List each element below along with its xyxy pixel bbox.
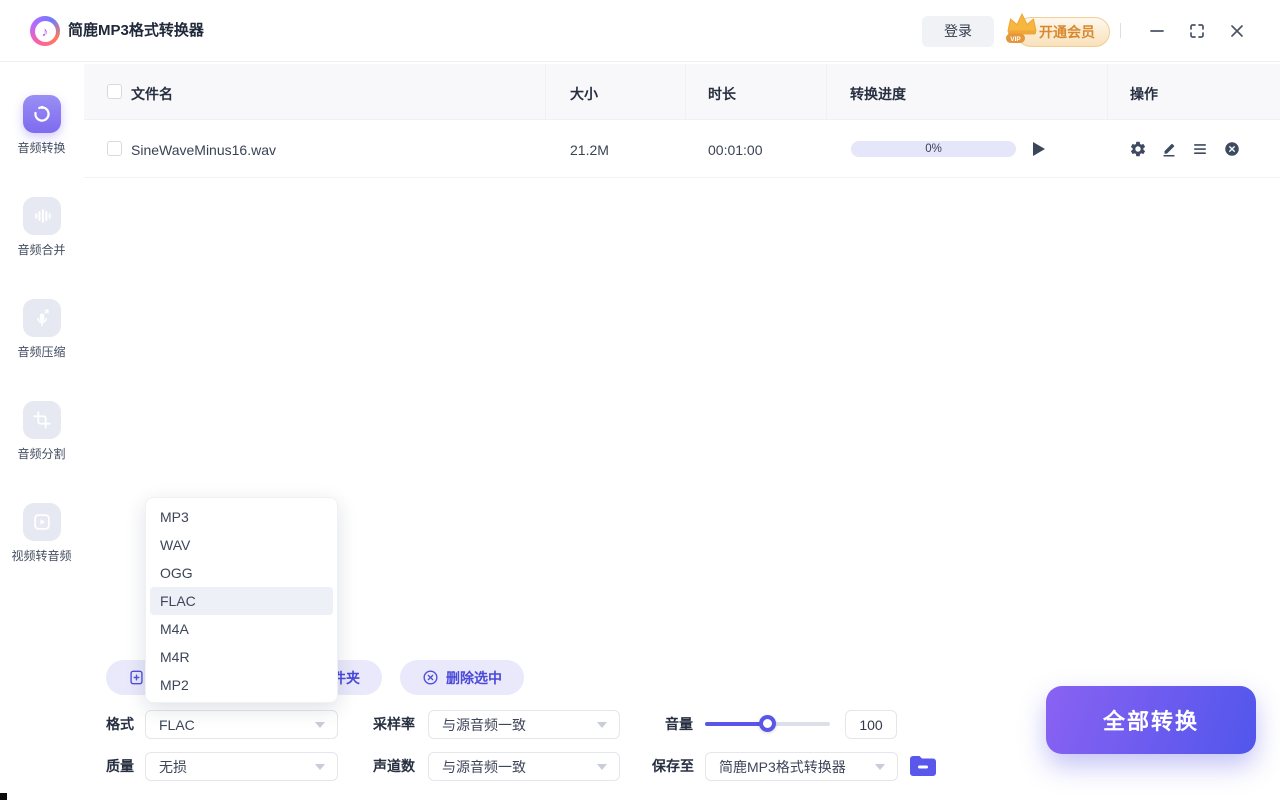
sidebar-item-audio-convert[interactable]: 音频转换 bbox=[0, 95, 83, 156]
dropdown-option-mp2[interactable]: MP2 bbox=[150, 671, 333, 699]
quality-select[interactable]: 无损 bbox=[145, 752, 338, 781]
settings-gear-icon[interactable] bbox=[1129, 140, 1147, 158]
column-header-duration: 时长 bbox=[708, 84, 736, 104]
channels-select[interactable]: 与源音频一致 bbox=[428, 752, 620, 781]
delete-circle-icon bbox=[422, 669, 439, 686]
dropdown-option-m4r[interactable]: M4R bbox=[150, 643, 333, 671]
delete-selected-label: 删除选中 bbox=[446, 668, 502, 688]
dropdown-option-flac[interactable]: FLAC bbox=[150, 587, 333, 615]
sample-rate-select[interactable]: 与源音频一致 bbox=[428, 710, 620, 739]
app-logo-icon: ♪ bbox=[30, 16, 60, 46]
chevron-down-icon bbox=[315, 722, 325, 728]
sidebar-item-audio-split[interactable]: 音频分割 bbox=[0, 401, 83, 462]
row-checkbox[interactable] bbox=[107, 141, 122, 156]
chevron-down-icon bbox=[597, 764, 607, 770]
video-to-audio-icon bbox=[23, 503, 61, 541]
sidebar-item-video-to-audio[interactable]: 视频转音频 bbox=[0, 503, 83, 564]
format-select[interactable]: FLAC bbox=[145, 710, 338, 739]
sample-rate-value: 与源音频一致 bbox=[442, 715, 526, 735]
login-button[interactable]: 登录 bbox=[922, 16, 994, 47]
sidebar-item-audio-compress[interactable]: 音频压缩 bbox=[0, 299, 83, 360]
sidebar-label: 视频转音频 bbox=[11, 547, 71, 564]
progress-text: 0% bbox=[925, 143, 942, 155]
rename-pencil-icon[interactable] bbox=[1160, 140, 1178, 158]
vip-crown-icon: VIP bbox=[1004, 10, 1040, 44]
audio-merge-icon bbox=[23, 197, 61, 235]
table-header bbox=[84, 64, 1280, 120]
column-header-name: 文件名 bbox=[131, 84, 173, 104]
screen-corner-artifact bbox=[0, 793, 7, 800]
audio-convert-icon bbox=[23, 95, 61, 133]
sidebar-item-audio-merge[interactable]: 音频合并 bbox=[0, 197, 83, 258]
dropdown-option-wav[interactable]: WAV bbox=[150, 531, 333, 559]
app-title: 简鹿MP3格式转换器 bbox=[68, 0, 204, 62]
chevron-down-icon bbox=[597, 722, 607, 728]
audio-compress-icon bbox=[23, 299, 61, 337]
save-to-label: 保存至 bbox=[652, 752, 694, 781]
channels-value: 与源音频一致 bbox=[442, 757, 526, 777]
file-name: SineWaveMinus16.wav bbox=[131, 142, 276, 158]
select-all-checkbox[interactable] bbox=[107, 84, 122, 99]
delete-selected-button[interactable]: 删除选中 bbox=[400, 660, 524, 695]
remove-file-icon[interactable] bbox=[1223, 140, 1241, 158]
chevron-down-icon bbox=[875, 764, 885, 770]
dropdown-option-mp3[interactable]: MP3 bbox=[150, 503, 333, 531]
minimize-button[interactable] bbox=[1148, 22, 1166, 40]
file-duration: 00:01:00 bbox=[708, 142, 763, 158]
column-header-size: 大小 bbox=[570, 84, 598, 104]
format-label: 格式 bbox=[106, 710, 134, 739]
app-window: ♪ 简鹿MP3格式转换器 登录 开通会员 VIP 音频转换 bbox=[0, 0, 1280, 800]
chevron-down-icon bbox=[315, 764, 325, 770]
maximize-button[interactable] bbox=[1188, 22, 1206, 40]
volume-slider-fill bbox=[705, 722, 767, 726]
quality-value: 无损 bbox=[159, 757, 187, 777]
dropdown-option-ogg[interactable]: OGG bbox=[150, 559, 333, 587]
sidebar-label: 音频分割 bbox=[17, 445, 65, 462]
progress-bar: 0% bbox=[851, 141, 1016, 157]
play-icon[interactable] bbox=[1033, 142, 1045, 156]
format-value: FLAC bbox=[159, 717, 195, 733]
quality-label: 质量 bbox=[106, 752, 134, 781]
convert-all-button[interactable]: 全部转换 bbox=[1046, 686, 1256, 754]
volume-input[interactable] bbox=[845, 710, 897, 739]
sidebar-label: 音频合并 bbox=[17, 241, 65, 258]
file-size: 21.2M bbox=[570, 142, 609, 158]
titlebar-divider bbox=[1120, 23, 1121, 38]
audio-split-icon bbox=[23, 401, 61, 439]
dropdown-option-m4a[interactable]: M4A bbox=[150, 615, 333, 643]
sidebar-label: 音频转换 bbox=[17, 139, 65, 156]
volume-slider-handle[interactable] bbox=[759, 715, 776, 732]
save-to-value: 简鹿MP3格式转换器 bbox=[719, 757, 846, 777]
svg-text:VIP: VIP bbox=[1010, 36, 1021, 43]
column-header-progress: 转换进度 bbox=[850, 84, 906, 104]
open-folder-button[interactable] bbox=[908, 751, 938, 781]
format-dropdown-menu: MP3 WAV OGG FLAC M4A M4R MP2 bbox=[145, 497, 338, 703]
close-button[interactable] bbox=[1228, 22, 1246, 40]
volume-slider[interactable] bbox=[705, 722, 830, 726]
column-header-actions: 操作 bbox=[1130, 84, 1158, 104]
add-file-icon bbox=[128, 669, 145, 686]
file-info-list-icon[interactable] bbox=[1191, 140, 1209, 158]
save-to-select[interactable]: 简鹿MP3格式转换器 bbox=[705, 752, 898, 781]
volume-label: 音量 bbox=[665, 710, 693, 739]
channels-label: 声道数 bbox=[373, 752, 415, 781]
sample-rate-label: 采样率 bbox=[373, 710, 415, 739]
sidebar-label: 音频压缩 bbox=[17, 343, 65, 360]
